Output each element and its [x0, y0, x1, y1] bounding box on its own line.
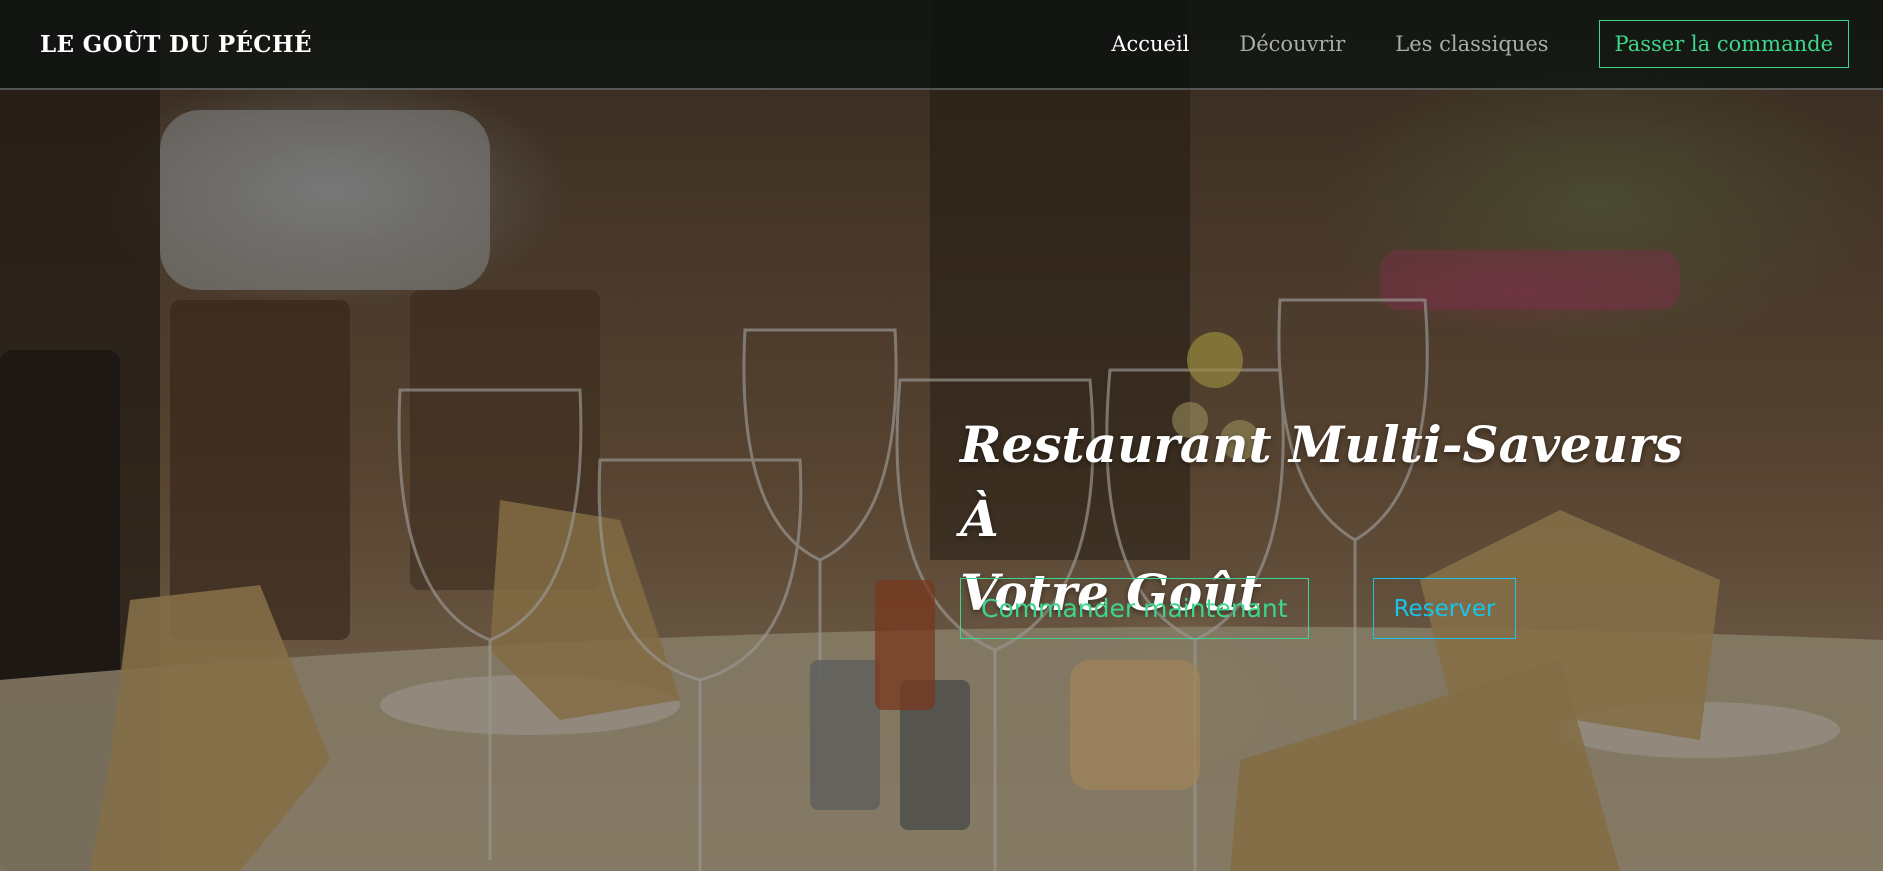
nav-item-decouvrir[interactable]: Découvrir [1239, 32, 1345, 56]
navbar: LE GOÛT DU PÉCHÉ Accueil Découvrir Les c… [0, 0, 1883, 90]
passer-commande-button[interactable]: Passer la commande [1598, 20, 1849, 68]
nav-item-les-classiques[interactable]: Les classiques [1395, 32, 1548, 56]
nav-item-accueil[interactable]: Accueil [1111, 32, 1189, 56]
reserver-button[interactable]: Reserver [1372, 578, 1517, 639]
nav-links: Accueil Découvrir Les classiques Passer … [1111, 20, 1849, 68]
hero-section: Restaurant Multi-Saveurs À Votre Goût Co… [960, 408, 1700, 639]
brand-logo[interactable]: LE GOÛT DU PÉCHÉ [40, 31, 312, 58]
hero-actions: Commander maintenant Reserver [960, 578, 1517, 639]
commander-maintenant-button[interactable]: Commander maintenant [960, 578, 1309, 639]
hero-title-line-1: Restaurant Multi-Saveurs À [960, 415, 1683, 548]
